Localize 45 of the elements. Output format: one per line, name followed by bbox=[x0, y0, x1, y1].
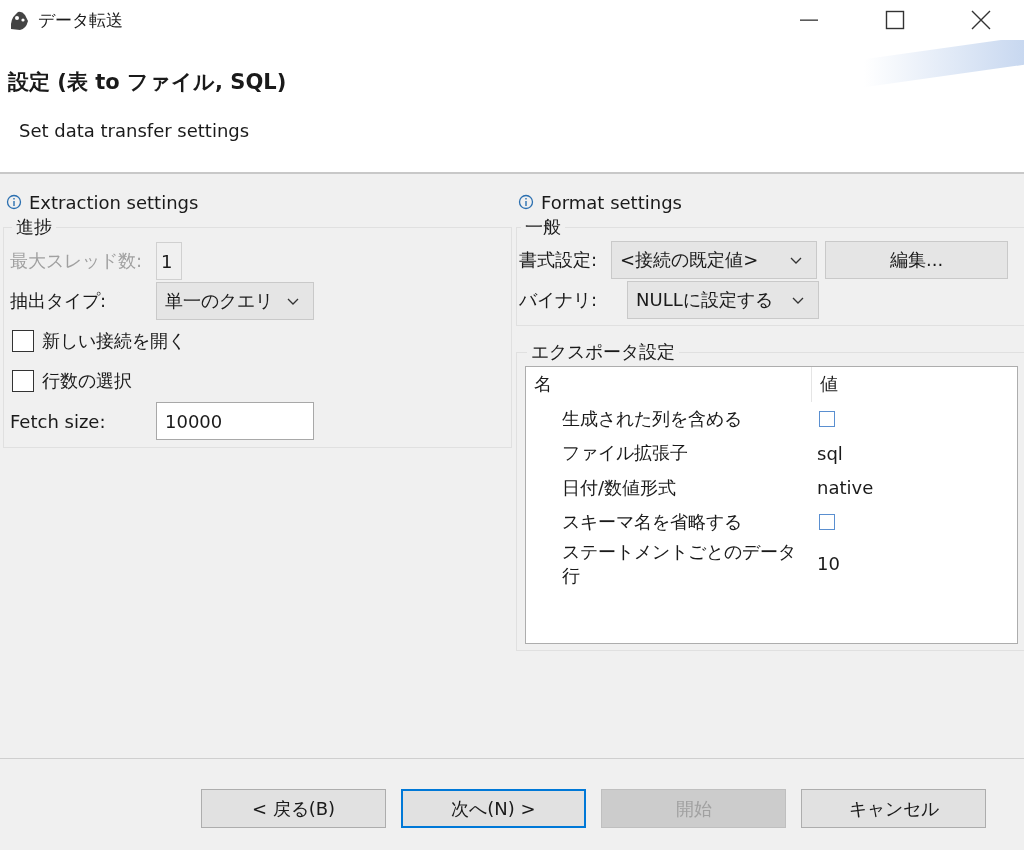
property-name: 生成された列を含める bbox=[561, 406, 743, 431]
caret-icon bbox=[790, 256, 803, 264]
field-label: 抽出タイプ: bbox=[10, 289, 108, 313]
info-icon bbox=[6, 194, 22, 210]
caret-icon bbox=[792, 296, 805, 304]
group-label: 一般 bbox=[524, 215, 562, 239]
property-name: スキーマ名を省略する bbox=[561, 510, 743, 535]
group-label: エクスポータ設定 bbox=[530, 340, 676, 364]
checkbox[interactable] bbox=[12, 370, 34, 392]
dropdown[interactable]: 単一のクエリ bbox=[156, 282, 314, 320]
close-icon[interactable] bbox=[971, 10, 991, 30]
property-value: 10 bbox=[817, 553, 840, 574]
property-name: ステートメントごとのデータ行 bbox=[561, 539, 797, 588]
field-label: Fetch size: bbox=[10, 410, 107, 432]
wizard-button[interactable]: キャンセル bbox=[801, 789, 986, 828]
dropdown[interactable]: NULLに設定する bbox=[627, 281, 820, 319]
fetch-size-field[interactable]: 10000 bbox=[156, 402, 314, 440]
window-title: データ転送 bbox=[38, 8, 123, 32]
checkbox[interactable] bbox=[819, 410, 835, 427]
property-value: native bbox=[817, 477, 874, 499]
caret-icon bbox=[287, 297, 299, 305]
column-header[interactable]: 名 bbox=[526, 372, 811, 397]
maximize-icon[interactable] bbox=[885, 10, 905, 30]
field-label: 書式設定: bbox=[519, 248, 598, 272]
checkbox[interactable] bbox=[12, 330, 34, 352]
app-logo-icon bbox=[8, 9, 30, 31]
dropdown[interactable]: <接続の既定値> bbox=[611, 241, 818, 279]
wizard-button[interactable]: 次へ(N) > bbox=[401, 789, 586, 828]
column-header[interactable]: 値 bbox=[811, 367, 1017, 402]
checkbox-label: 行数の選択 bbox=[42, 369, 132, 393]
field-label: バイナリ: bbox=[519, 288, 598, 312]
section-heading: Format settings bbox=[541, 191, 682, 213]
field-label: 最大スレッド数: bbox=[10, 249, 144, 273]
page-subtitle: Set data transfer settings bbox=[19, 120, 251, 141]
group-label: 進捗 bbox=[15, 215, 53, 239]
section-heading: Extraction settings bbox=[29, 191, 199, 213]
property-value: sql bbox=[817, 442, 843, 464]
property-name: 日付/数値形式 bbox=[561, 475, 678, 500]
checkbox[interactable] bbox=[819, 514, 835, 531]
page-title: 設定 (表 to ファイル, SQL) bbox=[8, 69, 287, 96]
edit-button[interactable]: 編集... bbox=[825, 241, 1009, 279]
info-icon bbox=[518, 194, 534, 210]
checkbox-label: 新しい接続を開く bbox=[42, 329, 186, 353]
wizard-button[interactable]: < 戻る(B) bbox=[201, 789, 386, 828]
property-name: ファイル拡張子 bbox=[561, 441, 689, 466]
